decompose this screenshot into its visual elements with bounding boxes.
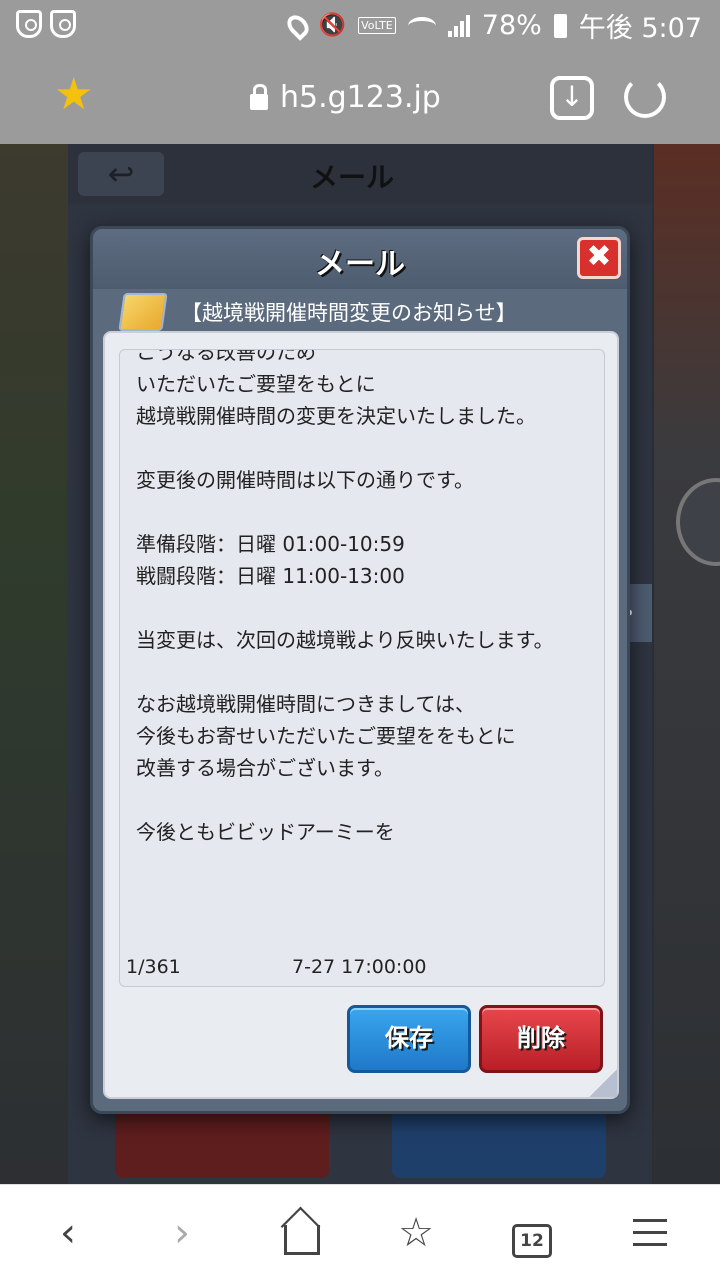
dialog-header: メール ✖: [93, 229, 627, 289]
body-line: 改善する場合がございます。: [136, 756, 394, 780]
mail-count: 1/361: [126, 956, 181, 978]
battery-icon: [553, 13, 567, 38]
mail-body-scroll[interactable]: こうなる改善のため いただいたご要望をもとに 越境戦開催時間の変更を決定いたしま…: [119, 349, 605, 987]
background-blue-button: [392, 1108, 606, 1178]
signal-icon: [447, 14, 470, 37]
tab-count: 12: [512, 1224, 552, 1258]
body-line: 変更後の開催時間は以下の通りです。: [136, 468, 474, 492]
body-line: [136, 592, 596, 624]
volte-badge: VoLTE: [358, 17, 396, 34]
game-background-left: [0, 144, 72, 1184]
body-line: 戦闘段階：日曜 11:00-13:00: [136, 564, 405, 588]
mail-content-frame: こうなる改善のため いただいたご要望をもとに 越境戦開催時間の変更を決定いたしま…: [103, 331, 619, 1099]
browser-bottom-nav: ‹ › ☆ 12: [0, 1184, 720, 1280]
mail-date: 7-27 17:00:00: [292, 956, 427, 978]
letter-icon: [118, 293, 168, 331]
body-line: 準備段階：日曜 01:00-10:59: [136, 532, 405, 556]
body-line: こうなる改善のため: [136, 349, 316, 364]
body-line: [136, 496, 596, 528]
background-red-button: [115, 1108, 329, 1178]
menu-icon[interactable]: [620, 1203, 680, 1263]
body-line: 今後もお寄せいただいたご要望ををもとに: [136, 724, 516, 748]
game-background-right: [654, 144, 720, 1184]
corner-decoration: [589, 1069, 617, 1097]
mail-body: こうなる改善のため いただいたご要望をもとに 越境戦開催時間の変更を決定いたしま…: [136, 349, 596, 848]
mute-icon: 🔇: [318, 13, 347, 38]
address-bar[interactable]: h5.g123.jp: [250, 80, 441, 115]
save-button[interactable]: 保存: [347, 1005, 471, 1073]
body-line: [136, 432, 596, 464]
wifi-icon: [407, 16, 436, 35]
back-arrow-icon[interactable]: ↩: [78, 152, 164, 196]
background-title: メール: [310, 161, 395, 194]
refresh-icon[interactable]: [624, 76, 666, 118]
download-icon[interactable]: ↓: [550, 76, 594, 120]
star-icon[interactable]: ★: [54, 73, 93, 117]
shield-icon: [16, 10, 42, 38]
browser-toolbar: ★ h5.g123.jp ↓: [0, 48, 720, 144]
home-icon[interactable]: [272, 1203, 332, 1263]
close-button[interactable]: ✖: [577, 237, 621, 279]
tabs-button[interactable]: 12: [502, 1203, 562, 1263]
body-line: 当変更は、次回の越境戦より反映いたします。: [136, 628, 554, 652]
status-bar: 🔇 VoLTE 78% 午後 5:07: [0, 0, 720, 48]
delete-button[interactable]: 削除: [479, 1005, 603, 1073]
body-line: 今後ともビビッドアーミーを: [136, 820, 395, 844]
mail-subject: 【越境戦開催時間変更のお知らせ】: [181, 301, 517, 325]
mail-dialog: メール ✖ 【越境戦開催時間変更のお知らせ】 こうなる改善のため いただいたご要…: [90, 226, 630, 1114]
url-text: h5.g123.jp: [280, 80, 441, 115]
body-line: なお越境戦開催時間につきましては、: [136, 692, 475, 716]
location-icon: [282, 10, 313, 41]
lock-icon: [250, 83, 268, 110]
body-line: [136, 784, 596, 816]
body-line: いただいたご要望をもとに: [136, 372, 376, 396]
subject-row: 【越境戦開催時間変更のお知らせ】: [118, 289, 619, 333]
dialog-title: メール: [315, 247, 405, 282]
body-line: 越境戦開催時間の変更を決定いたしました。: [136, 404, 536, 428]
bookmarks-icon[interactable]: ☆: [386, 1203, 446, 1263]
forward-icon[interactable]: ›: [152, 1203, 212, 1263]
battery-percent: 78%: [481, 10, 542, 41]
clock: 午後 5:07: [578, 13, 702, 44]
back-icon[interactable]: ‹: [38, 1203, 98, 1263]
shield-icon: [50, 10, 76, 38]
body-line: [136, 656, 596, 688]
